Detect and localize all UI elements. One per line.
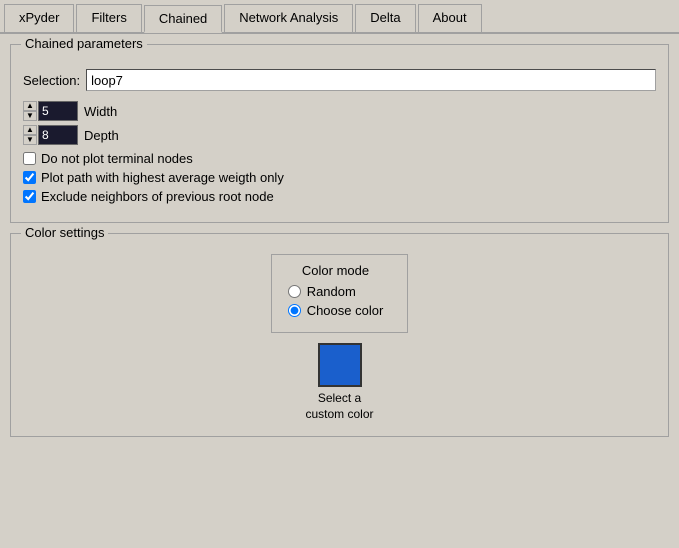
depth-down-arrow[interactable]: ▼ xyxy=(23,135,37,145)
exclude-neighbors-label: Exclude neighbors of previous root node xyxy=(41,189,274,204)
depth-label: Depth xyxy=(84,128,119,143)
tab-bar: xPyder Filters Chained Network Analysis … xyxy=(0,0,679,34)
selection-input[interactable] xyxy=(86,69,656,91)
tab-about[interactable]: About xyxy=(418,4,482,32)
color-mode-box: Color mode Random Choose color xyxy=(271,254,409,333)
color-settings-content: Color mode Random Choose color Select ac… xyxy=(23,244,656,422)
chained-params-group: Chained parameters Selection: ▲ ▼ Width … xyxy=(10,44,669,223)
width-label: Width xyxy=(84,104,117,119)
checkbox-highest-avg: Plot path with highest average weigth on… xyxy=(23,170,656,185)
width-row: ▲ ▼ Width xyxy=(23,101,656,121)
color-settings-title: Color settings xyxy=(21,225,108,240)
tab-filters[interactable]: Filters xyxy=(76,4,141,32)
radio-random-label: Random xyxy=(307,284,356,299)
radio-choose-label: Choose color xyxy=(307,303,384,318)
no-terminal-checkbox[interactable] xyxy=(23,152,36,165)
tab-network-analysis[interactable]: Network Analysis xyxy=(224,4,353,32)
checkbox-exclude-neighbors: Exclude neighbors of previous root node xyxy=(23,189,656,204)
tab-chained[interactable]: Chained xyxy=(144,5,222,33)
chained-params-title: Chained parameters xyxy=(21,36,147,51)
depth-row: ▲ ▼ Depth xyxy=(23,125,656,145)
highest-avg-checkbox[interactable] xyxy=(23,171,36,184)
tab-delta[interactable]: Delta xyxy=(355,4,415,32)
color-settings-group: Color settings Color mode Random Choose … xyxy=(10,233,669,437)
depth-input[interactable] xyxy=(38,125,78,145)
depth-arrows: ▲ ▼ xyxy=(23,125,37,145)
radio-choose[interactable] xyxy=(288,304,301,317)
radio-choose-row: Choose color xyxy=(288,303,384,318)
checkbox-no-terminal: Do not plot terminal nodes xyxy=(23,151,656,166)
exclude-neighbors-checkbox[interactable] xyxy=(23,190,36,203)
radio-random-row: Random xyxy=(288,284,384,299)
highest-avg-label: Plot path with highest average weigth on… xyxy=(41,170,284,185)
color-mode-title: Color mode xyxy=(288,263,384,278)
color-swatch[interactable] xyxy=(318,343,362,387)
no-terminal-label: Do not plot terminal nodes xyxy=(41,151,193,166)
color-swatch-label: Select acustom color xyxy=(305,391,373,422)
width-up-arrow[interactable]: ▲ xyxy=(23,101,37,111)
selection-row: Selection: xyxy=(23,69,656,91)
width-down-arrow[interactable]: ▼ xyxy=(23,111,37,121)
depth-up-arrow[interactable]: ▲ xyxy=(23,125,37,135)
width-arrows: ▲ ▼ xyxy=(23,101,37,121)
radio-random[interactable] xyxy=(288,285,301,298)
color-swatch-container: Select acustom color xyxy=(305,343,373,422)
tab-xpyder[interactable]: xPyder xyxy=(4,4,74,32)
width-input[interactable] xyxy=(38,101,78,121)
main-content: Chained parameters Selection: ▲ ▼ Width … xyxy=(0,34,679,457)
selection-label: Selection: xyxy=(23,73,80,88)
